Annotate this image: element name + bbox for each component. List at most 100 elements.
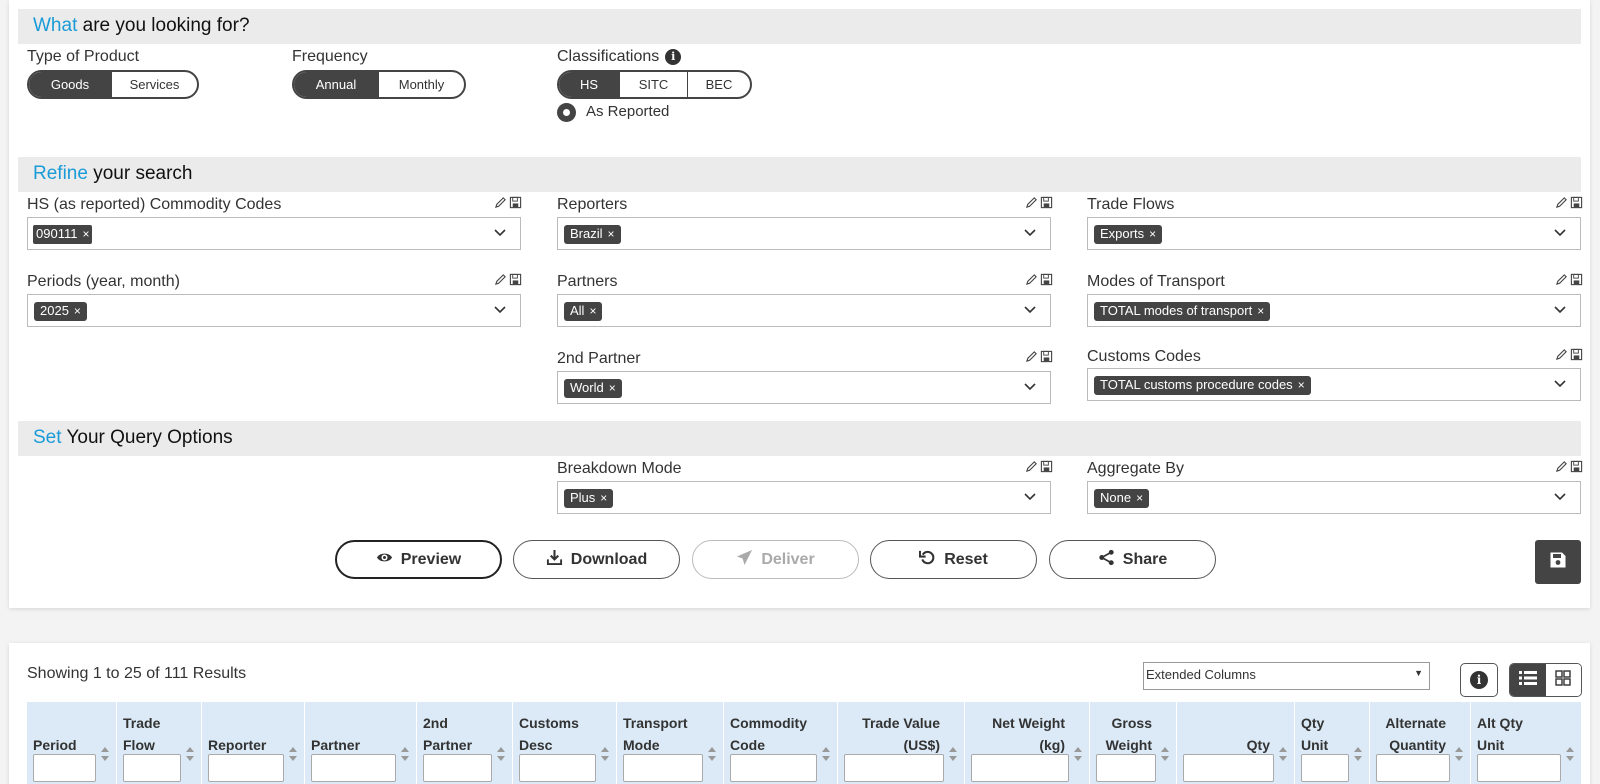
remove-icon[interactable]: ×: [589, 304, 596, 318]
sort-icon[interactable]: [1565, 746, 1575, 767]
annual-option[interactable]: Annual: [294, 72, 378, 97]
remove-icon[interactable]: ×: [600, 491, 607, 505]
customs-codes-select[interactable]: TOTAL customs procedure codes ×: [1087, 368, 1581, 401]
column-filter-input[interactable]: [623, 754, 703, 782]
hs-option[interactable]: HS: [559, 72, 619, 97]
table-header-cell[interactable]: Reporter: [202, 702, 305, 784]
preview-button[interactable]: Preview: [335, 540, 502, 579]
column-filter-input[interactable]: [311, 754, 396, 782]
save-icon[interactable]: [1040, 196, 1053, 214]
table-header-cell[interactable]: Net Weight (kg): [965, 702, 1090, 784]
edit-icon[interactable]: [1555, 273, 1568, 291]
grid-view-button[interactable]: [1545, 664, 1581, 696]
table-header-cell[interactable]: Qty: [1177, 702, 1295, 784]
sort-icon[interactable]: [400, 746, 410, 767]
reporters-select[interactable]: Brazil ×: [557, 217, 1051, 250]
sort-icon[interactable]: [1353, 746, 1363, 767]
breakdown-mode-select[interactable]: Plus ×: [557, 481, 1051, 514]
column-filter-input[interactable]: [844, 754, 944, 782]
column-filter-input[interactable]: [971, 754, 1069, 782]
table-header-cell[interactable]: Trade Flow: [117, 702, 202, 784]
table-header-cell[interactable]: Commodity Code: [724, 702, 838, 784]
column-filter-input[interactable]: [423, 754, 492, 782]
column-filter-input[interactable]: [208, 754, 284, 782]
download-button[interactable]: Download: [513, 540, 680, 579]
sort-icon[interactable]: [185, 746, 195, 767]
info-button[interactable]: i: [1460, 663, 1498, 697]
column-filter-input[interactable]: [730, 754, 817, 782]
save-icon[interactable]: [1040, 273, 1053, 291]
chevron-down-icon[interactable]: [493, 225, 507, 239]
save-icon[interactable]: [509, 273, 522, 291]
column-filter-input[interactable]: [519, 754, 596, 782]
aggregate-by-select[interactable]: None ×: [1087, 481, 1581, 514]
commodity-codes-select[interactable]: 090111 ×: [27, 217, 521, 250]
remove-icon[interactable]: ×: [1298, 378, 1305, 392]
monthly-option[interactable]: Monthly: [378, 72, 464, 97]
remove-icon[interactable]: ×: [1136, 491, 1143, 505]
edit-icon[interactable]: [1025, 350, 1038, 368]
edit-icon[interactable]: [1555, 460, 1568, 478]
sort-icon[interactable]: [1278, 746, 1288, 767]
chevron-down-icon[interactable]: [1023, 379, 1037, 393]
save-icon[interactable]: [1570, 273, 1583, 291]
remove-icon[interactable]: ×: [609, 381, 616, 395]
services-option[interactable]: Services: [111, 72, 197, 97]
chevron-down-icon[interactable]: [1023, 225, 1037, 239]
remove-icon[interactable]: ×: [1149, 227, 1156, 241]
table-header-cell[interactable]: Customs Desc: [513, 702, 617, 784]
chevron-down-icon[interactable]: [1553, 225, 1567, 239]
edit-icon[interactable]: [1025, 273, 1038, 291]
column-filter-input[interactable]: [33, 754, 96, 782]
edit-icon[interactable]: [1025, 196, 1038, 214]
share-button[interactable]: Share: [1049, 540, 1216, 579]
edit-icon[interactable]: [1025, 460, 1038, 478]
edit-icon[interactable]: [494, 273, 507, 291]
save-icon[interactable]: [1040, 460, 1053, 478]
edit-icon[interactable]: [1555, 196, 1568, 214]
column-filter-input[interactable]: [1376, 754, 1450, 782]
table-header-cell[interactable]: Transport Mode: [617, 702, 724, 784]
table-header-cell[interactable]: Alternate Quantity: [1370, 702, 1471, 784]
edit-icon[interactable]: [494, 196, 507, 214]
chevron-down-icon[interactable]: [1023, 489, 1037, 503]
column-filter-input[interactable]: [1096, 754, 1156, 782]
table-header-cell[interactable]: Alt Qty Unit: [1471, 702, 1582, 784]
sort-icon[interactable]: [1073, 746, 1083, 767]
chevron-down-icon[interactable]: [1553, 489, 1567, 503]
columns-select[interactable]: Extended Columns ▼: [1143, 662, 1430, 690]
sort-icon[interactable]: [100, 746, 110, 767]
info-icon[interactable]: i: [665, 48, 682, 65]
table-header-cell[interactable]: Gross Weight: [1090, 702, 1177, 784]
chevron-down-icon[interactable]: [1553, 302, 1567, 316]
goods-option[interactable]: Goods: [29, 72, 111, 97]
table-header-cell[interactable]: Period: [27, 702, 117, 784]
remove-icon[interactable]: ×: [74, 304, 81, 318]
sort-icon[interactable]: [288, 746, 298, 767]
table-header-cell[interactable]: 2nd Partner: [417, 702, 513, 784]
column-filter-input[interactable]: [1477, 754, 1561, 782]
remove-icon[interactable]: ×: [1257, 304, 1264, 318]
reset-button[interactable]: Reset: [870, 540, 1037, 579]
save-icon[interactable]: [509, 196, 522, 214]
remove-icon[interactable]: ×: [82, 227, 89, 241]
sort-icon[interactable]: [948, 746, 958, 767]
save-icon[interactable]: [1570, 348, 1583, 366]
save-icon[interactable]: [1570, 460, 1583, 478]
column-filter-input[interactable]: [123, 754, 181, 782]
periods-select[interactable]: 2025 ×: [27, 294, 521, 327]
list-view-button[interactable]: [1510, 664, 1546, 696]
column-filter-input[interactable]: [1301, 754, 1349, 782]
deliver-button[interactable]: Deliver: [692, 540, 859, 579]
save-icon[interactable]: [1040, 350, 1053, 368]
save-query-button[interactable]: [1535, 540, 1581, 584]
remove-icon[interactable]: ×: [608, 227, 615, 241]
chevron-down-icon[interactable]: [493, 302, 507, 316]
trade-flows-select[interactable]: Exports ×: [1087, 217, 1581, 250]
chevron-down-icon[interactable]: [1553, 376, 1567, 390]
save-icon[interactable]: [1570, 196, 1583, 214]
sort-icon[interactable]: [1454, 746, 1464, 767]
bec-option[interactable]: BEC: [687, 72, 750, 97]
second-partner-select[interactable]: World ×: [557, 371, 1051, 404]
table-header-cell[interactable]: Qty Unit: [1295, 702, 1370, 784]
